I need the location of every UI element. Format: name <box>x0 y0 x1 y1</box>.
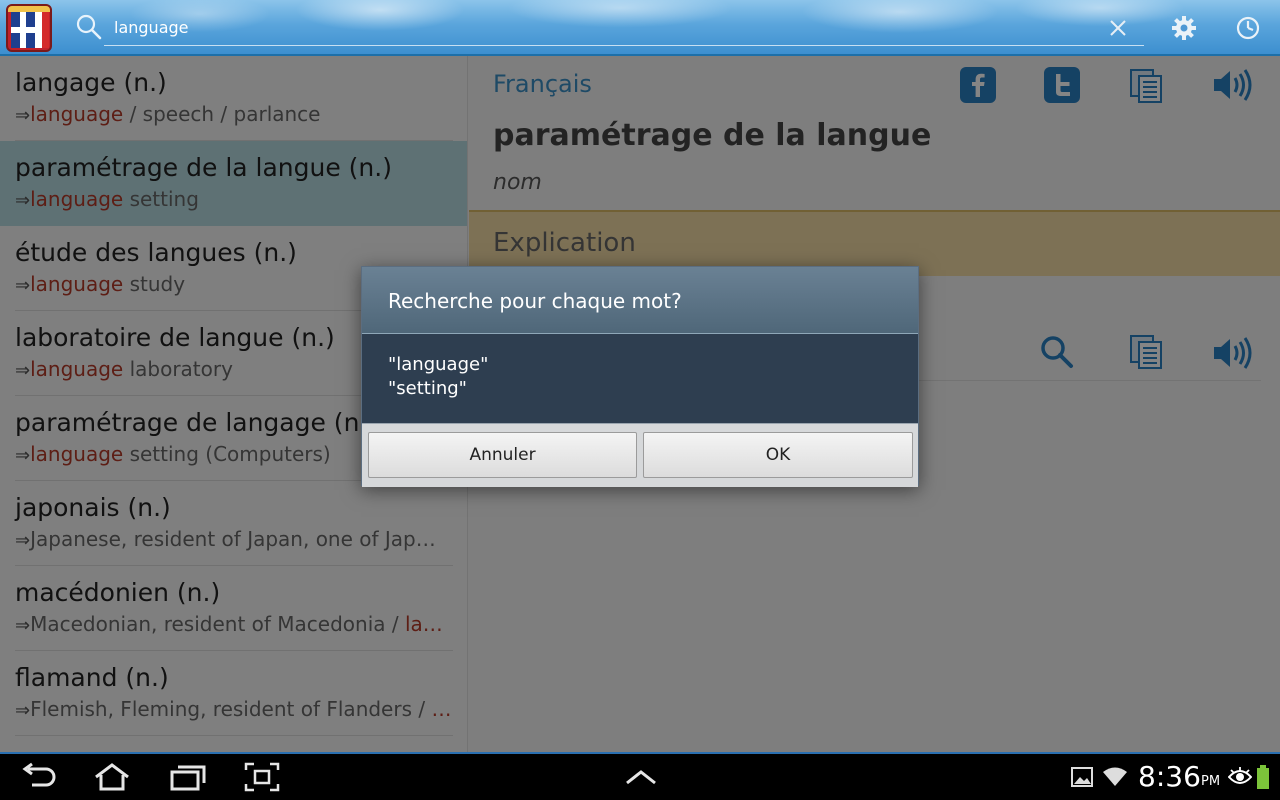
back-icon[interactable] <box>20 762 58 792</box>
recent-apps-icon[interactable] <box>170 762 208 792</box>
dialog-word: "language" <box>388 354 489 375</box>
status-clock: 8:36 <box>1138 760 1201 793</box>
wifi-icon <box>1103 767 1127 786</box>
gallery-icon <box>1071 767 1093 787</box>
chevron-up-icon[interactable] <box>624 766 658 788</box>
eye-icon <box>1228 767 1252 784</box>
home-icon[interactable] <box>92 762 132 792</box>
gear-icon[interactable] <box>1170 14 1198 42</box>
status-ampm: PM <box>1201 774 1221 789</box>
battery-icon <box>1257 765 1269 789</box>
ok-button[interactable]: OK <box>643 432 913 478</box>
search-input[interactable] <box>104 10 1144 46</box>
dialog-buttons: Annuler OK <box>362 423 918 487</box>
search-icon <box>76 14 102 40</box>
dialog-message: "language" "setting" <box>388 353 488 401</box>
clear-icon[interactable] <box>1106 16 1130 40</box>
screenshot-icon[interactable] <box>244 762 280 792</box>
dialog-word: "setting" <box>388 378 467 399</box>
system-bar: 8:36 PM <box>0 752 1280 800</box>
history-icon[interactable] <box>1234 14 1262 42</box>
top-bar <box>0 0 1280 56</box>
dialog-title: Recherche pour chaque mot? <box>388 289 682 313</box>
dialog-header: Recherche pour chaque mot? <box>362 267 918 334</box>
search-each-word-dialog: Recherche pour chaque mot? "language" "s… <box>361 266 919 487</box>
app-logo-icon[interactable] <box>6 4 52 52</box>
cancel-button[interactable]: Annuler <box>368 432 637 478</box>
